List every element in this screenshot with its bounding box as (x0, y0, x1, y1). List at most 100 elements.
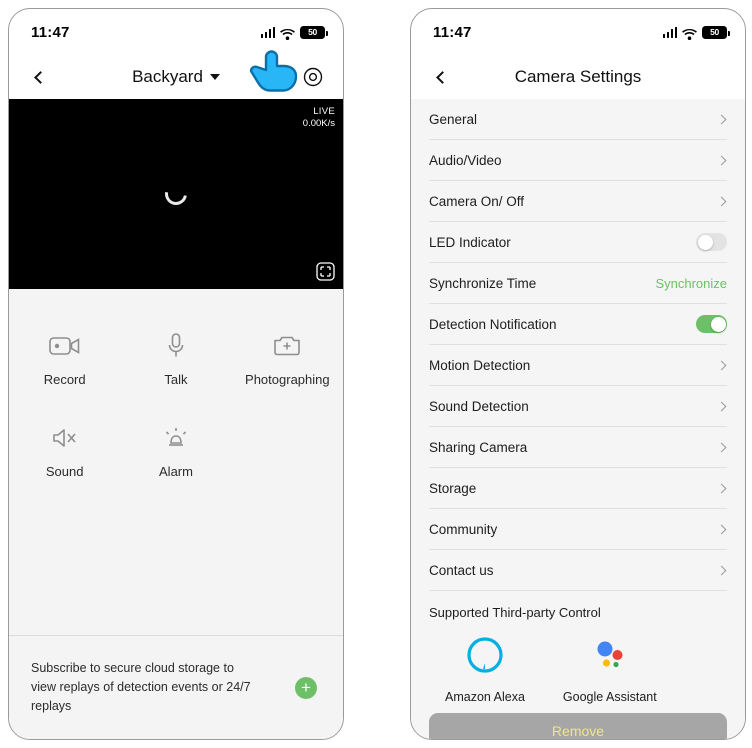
fullscreen-icon[interactable] (316, 262, 335, 281)
control-record[interactable]: Record (9, 331, 120, 387)
settings-list: General Audio/Video Camera On/ Off LED I… (411, 99, 745, 704)
third-party-google-assistant[interactable]: Google Assistant (563, 636, 657, 704)
setting-label: Motion Detection (429, 357, 531, 373)
setting-row-general[interactable]: General (429, 99, 727, 140)
home-indicator-wrap (9, 739, 343, 740)
remove-button[interactable]: Remove (429, 713, 727, 739)
chevron-right-icon (716, 524, 727, 534)
speaker-muted-icon (51, 423, 79, 453)
video-camera-icon (48, 331, 81, 361)
setting-row-storage[interactable]: Storage (429, 468, 727, 509)
third-party-title: Supported Third-party Control (429, 605, 601, 620)
setting-row-sharing-camera[interactable]: Sharing Camera (429, 427, 727, 468)
back-button[interactable] (23, 55, 57, 99)
setting-label: Camera On/ Off (429, 193, 525, 209)
status-time: 11:47 (433, 23, 472, 41)
control-label: Record (43, 372, 86, 387)
third-party-label: Amazon Alexa (445, 690, 525, 704)
google-assistant-icon (591, 636, 629, 679)
third-party-label: Google Assistant (562, 690, 657, 704)
camera-controls: Record Talk Photographing Sound Alarm (9, 289, 343, 635)
loading-spinner-icon (160, 178, 192, 210)
phone-right: 11:47 50 Camera Settings General Audio/V… (410, 8, 746, 740)
control-sound[interactable]: Sound (9, 423, 120, 479)
setting-label: Sound Detection (429, 398, 529, 414)
wifi-icon (682, 27, 697, 40)
amazon-alexa-icon (466, 636, 504, 679)
chevron-right-icon (716, 196, 727, 206)
third-party-items: Amazon Alexa Google Assistant (429, 636, 727, 704)
page-title: Camera Settings (514, 67, 642, 86)
chevron-right-icon (716, 401, 727, 411)
status-bar-right: 11:47 50 (411, 9, 745, 55)
microphone-icon (166, 331, 186, 361)
chevron-right-icon (716, 565, 727, 575)
controls-row-2: Sound Alarm (9, 423, 343, 479)
chevron-left-icon (435, 70, 449, 84)
chevron-left-icon (33, 70, 47, 84)
battery-icon: 50 (300, 25, 328, 39)
chevron-right-icon (716, 483, 727, 493)
setting-label: LED Indicator (429, 234, 511, 250)
status-bar-left: 11:47 50 (9, 9, 343, 55)
third-party-amazon-alexa[interactable]: Amazon Alexa (445, 636, 525, 704)
back-button[interactable] (425, 55, 459, 99)
status-indicators: 50 (260, 9, 328, 55)
led-indicator-toggle[interactable] (696, 233, 727, 251)
settings-button[interactable] (296, 55, 330, 99)
nav-bar-left: Backyard (9, 55, 343, 99)
synchronize-link[interactable]: Synchronize (655, 276, 727, 291)
control-photographing[interactable]: Photographing (232, 331, 343, 387)
camera-plus-icon (273, 331, 301, 361)
camera-name-label: Backyard (132, 67, 203, 86)
setting-label: Synchronize Time (429, 275, 537, 291)
gear-icon (303, 67, 323, 87)
chevron-right-icon (716, 360, 727, 370)
status-time: 11:47 (31, 23, 70, 41)
live-label: LIVE (313, 106, 335, 117)
setting-row-detection-notification[interactable]: Detection Notification (429, 304, 727, 345)
toggle-knob (710, 316, 726, 332)
settings-list-scroll[interactable]: General Audio/Video Camera On/ Off LED I… (411, 99, 745, 739)
alarm-light-icon (163, 423, 189, 453)
control-label: Alarm (159, 464, 193, 479)
wifi-icon (280, 27, 295, 40)
video-preview[interactable]: LIVE 0.00K/s (9, 99, 343, 289)
battery-icon: 50 (702, 25, 730, 39)
setting-row-contact-us[interactable]: Contact us (429, 550, 727, 591)
setting-row-community[interactable]: Community (429, 509, 727, 550)
setting-row-sound-detection[interactable]: Sound Detection (429, 386, 727, 427)
setting-row-synchronize-time[interactable]: Synchronize Time Synchronize (429, 263, 727, 304)
plus-circle-icon[interactable]: + (295, 676, 317, 699)
caret-down-icon (209, 74, 220, 80)
setting-row-motion-detection[interactable]: Motion Detection (429, 345, 727, 386)
toggle-knob (697, 234, 713, 250)
control-empty (232, 423, 343, 479)
setting-row-audio-video[interactable]: Audio/Video (429, 140, 727, 181)
control-label: Photographing (245, 372, 330, 387)
control-talk[interactable]: Talk (120, 331, 231, 387)
setting-row-led-indicator[interactable]: LED Indicator (429, 222, 727, 263)
cloud-storage-promo[interactable]: Subscribe to secure cloud storage to vie… (9, 635, 343, 739)
screenshot-root: 11:47 50 Backyard LIVE 0.00K/s Record Ta… (0, 0, 752, 748)
setting-label: Contact us (429, 562, 494, 578)
live-status: LIVE 0.00K/s (303, 106, 335, 129)
signal-bars-icon (260, 26, 275, 38)
battery-level: 50 (710, 27, 719, 37)
setting-label: Detection Notification (429, 316, 557, 332)
controls-row-1: Record Talk Photographing (9, 331, 343, 387)
chevron-right-icon (716, 114, 727, 124)
status-indicators: 50 (662, 9, 730, 55)
control-alarm[interactable]: Alarm (120, 423, 231, 479)
battery-level: 50 (308, 27, 317, 37)
detection-notification-toggle[interactable] (696, 315, 727, 333)
promo-text: Subscribe to secure cloud storage to vie… (31, 661, 251, 713)
third-party-section: Supported Third-party Control Amazon Ale… (429, 591, 727, 704)
setting-label: Community (429, 521, 498, 537)
chevron-right-icon (716, 155, 727, 165)
camera-name-dropdown[interactable]: Backyard (132, 67, 220, 87)
control-label: Sound (45, 464, 84, 479)
setting-label: Sharing Camera (429, 439, 528, 455)
bitrate-label: 0.00K/s (302, 118, 335, 129)
setting-row-camera-on-off[interactable]: Camera On/ Off (429, 181, 727, 222)
